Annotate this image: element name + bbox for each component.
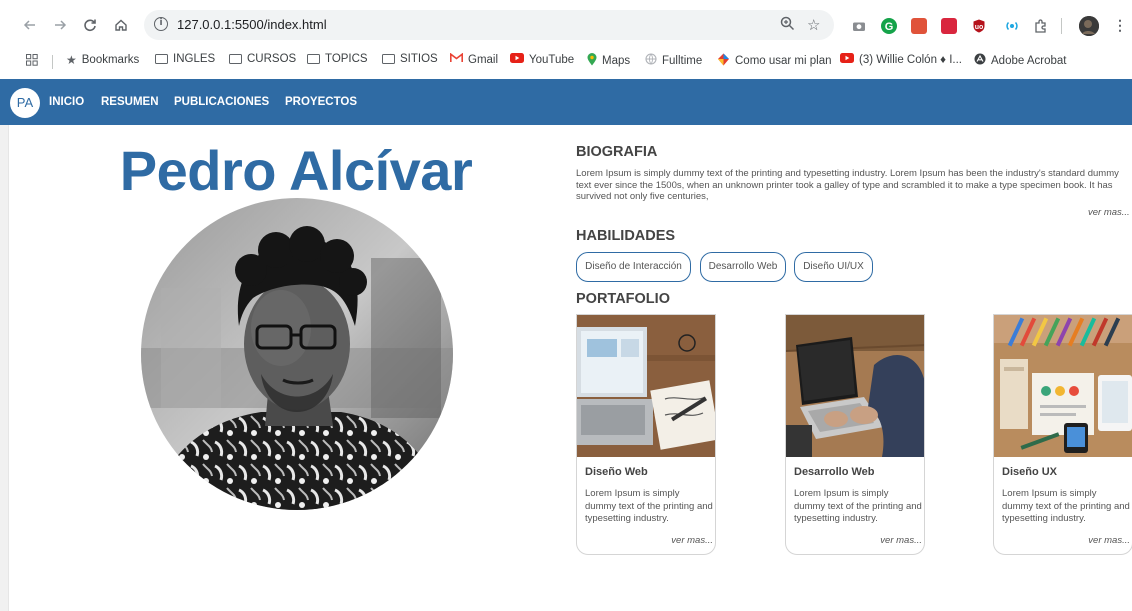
portfolio-card[interactable]: Diseño UX Lorem Ipsum is simply dummy te… (993, 314, 1132, 555)
folder-icon (155, 54, 168, 64)
youtube-icon (510, 53, 524, 66)
svg-text:uo: uo (975, 24, 984, 31)
skill-chip-interaccion: Diseño de Interacción (576, 252, 691, 282)
skill-chip-desarrollo-web: Desarrollo Web (700, 252, 786, 282)
bookmarks-bar: ★ Bookmarks INGLES CURSOS TOPICS SITIOS … (0, 46, 1132, 74)
bookmark-gmail[interactable]: Gmail (450, 52, 498, 66)
nav-link-inicio[interactable]: INICIO (49, 96, 84, 108)
bookmark-sitios[interactable]: SITIOS (382, 53, 438, 65)
portfolio-card-title: Desarrollo Web (794, 466, 875, 478)
browser-toolbar: i 127.0.0.1:5500/index.html ☆ G uo ⋮ (0, 7, 1132, 43)
zoom-icon[interactable] (780, 16, 795, 35)
portfolio-card-text: Lorem Ipsum is simply dummy text of the … (585, 488, 713, 524)
bio-more-link[interactable]: ver mas... (1088, 207, 1130, 218)
youtube-icon (840, 53, 854, 66)
portfolio-card[interactable]: Diseño Web Lorem Ipsum is simply dummy t… (576, 314, 716, 555)
home-icon[interactable] (111, 15, 131, 35)
bookmarks-separator (52, 55, 53, 69)
site-navbar: PA INICIO RESUMEN PUBLICACIONES PROYECTO… (0, 79, 1132, 125)
bookmark-fulltime[interactable]: Fulltime (645, 53, 702, 68)
ublock-extension-icon[interactable]: uo (971, 18, 987, 34)
portfolio-card-text: Lorem Ipsum is simply dummy text of the … (1002, 488, 1130, 524)
nav-link-proyectos[interactable]: PROYECTOS (285, 96, 357, 108)
skill-chip-ui-ux: Diseño UI/UX (794, 252, 873, 282)
camera-extension-icon[interactable] (851, 18, 867, 34)
toolbar-divider (1061, 18, 1062, 34)
bio-text: Lorem Ipsum is simply dummy text of the … (576, 168, 1119, 202)
portfolio-title: PORTAFOLIO (576, 291, 670, 307)
address-bar[interactable]: i 127.0.0.1:5500/index.html ☆ (144, 10, 834, 40)
browser-chrome: i 127.0.0.1:5500/index.html ☆ G uo ⋮ ★ B… (0, 0, 1132, 79)
bookmark-topics[interactable]: TOPICS (307, 53, 368, 65)
nav-link-publicaciones[interactable]: PUBLICACIONES (174, 96, 269, 108)
svg-text:G: G (885, 21, 894, 33)
more-menu-icon[interactable]: ⋮ (1110, 15, 1130, 35)
portfolio-card-text: Lorem Ipsum is simply dummy text of the … (794, 488, 922, 524)
page-left-edge (0, 125, 9, 611)
folder-icon (307, 54, 320, 64)
audio-extension-icon[interactable] (1004, 18, 1020, 34)
gmail-icon (450, 52, 463, 66)
nav-link-resumen[interactable]: RESUMEN (101, 96, 159, 108)
portfolio-card-more-link[interactable]: ver mas... (880, 535, 922, 546)
bio-title: BIOGRAFIA (576, 144, 658, 160)
site-info-icon[interactable]: i (154, 17, 168, 31)
plan-icon (717, 53, 730, 69)
globe-icon (645, 53, 657, 68)
portfolio-card-more-link[interactable]: ver mas... (671, 535, 713, 546)
star-icon: ★ (66, 53, 77, 67)
skills-title: HABILIDADES (576, 228, 676, 244)
bookmark-star-icon[interactable]: ☆ (807, 16, 820, 34)
profile-avatar[interactable] (1079, 16, 1099, 36)
back-arrow-icon[interactable] (20, 15, 40, 35)
bookmark-como-usar-mi-plan[interactable]: Como usar mi plan (717, 53, 832, 69)
bookmark-ingles[interactable]: INGLES (155, 53, 215, 65)
bookmark-cursos[interactable]: CURSOS (229, 53, 296, 65)
bookmark-adobe-acrobat[interactable]: Adobe Acrobat (974, 53, 1066, 68)
extension-icon-3[interactable] (911, 18, 927, 34)
acrobat-icon (974, 53, 986, 68)
bookmark-bookmarks[interactable]: ★ Bookmarks (66, 53, 139, 67)
folder-icon (382, 54, 395, 64)
forward-arrow-icon[interactable] (50, 15, 70, 35)
portfolio-card-image (786, 315, 924, 457)
extensions-puzzle-icon[interactable] (1033, 18, 1049, 34)
site-logo[interactable]: PA (10, 88, 40, 118)
bookmark-maps[interactable]: Maps (587, 53, 630, 69)
folder-icon (229, 54, 242, 64)
maps-icon (587, 53, 597, 69)
portfolio-card-title: Diseño Web (585, 466, 648, 478)
extension-icon-4[interactable] (941, 18, 957, 34)
portfolio-card-image (994, 315, 1132, 457)
bookmark-willie-colon[interactable]: (3) Willie Colón ♦ I... (840, 53, 962, 66)
address-url[interactable]: 127.0.0.1:5500/index.html (177, 17, 327, 32)
profile-name: Pedro Alcívar (119, 139, 473, 202)
portfolio-card-title: Diseño UX (1002, 466, 1058, 478)
grammarly-extension-icon[interactable]: G (881, 18, 897, 34)
portfolio-card-image (577, 315, 715, 457)
portfolio-card[interactable]: Desarrollo Web Lorem Ipsum is simply dum… (785, 314, 925, 555)
portfolio-card-more-link[interactable]: ver mas... (1088, 535, 1130, 546)
profile-photo (141, 198, 453, 510)
bookmark-youtube[interactable]: YouTube (510, 53, 574, 66)
reload-icon[interactable] (80, 15, 100, 35)
apps-grid-icon[interactable] (26, 54, 38, 69)
